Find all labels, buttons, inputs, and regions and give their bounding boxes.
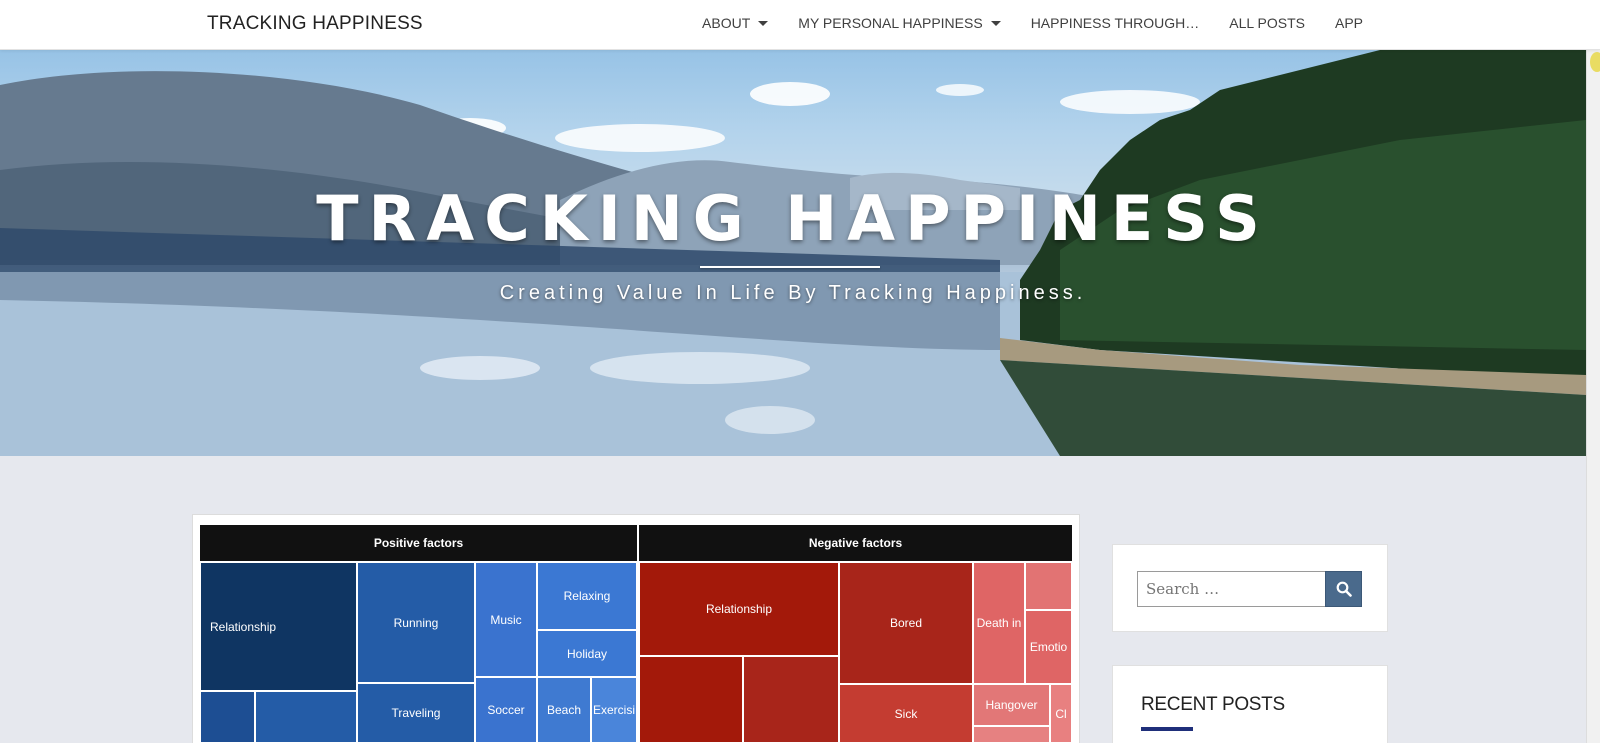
treemap-cell[interactable]: Sick (839, 684, 973, 743)
treemap-cell[interactable]: Running (357, 562, 475, 683)
search-button[interactable] (1325, 571, 1362, 607)
top-navbar: TRACKING HAPPINESS ABOUT MY PERSONAL HAP… (0, 0, 1600, 50)
treemap-cell[interactable]: Exercisi (591, 677, 637, 743)
chevron-down-icon (990, 21, 1001, 26)
nav-item-label: ALL POSTS (1229, 15, 1305, 31)
treemap-cell[interactable]: Death in (973, 562, 1025, 684)
chevron-down-icon (758, 21, 769, 26)
negative-factors-header: Negative factors (639, 525, 1072, 561)
hero-title: TRACKING HAPPINESS (316, 182, 1270, 255)
nav-item-about[interactable]: ABOUT (687, 0, 783, 46)
treemap-cell[interactable] (255, 691, 357, 743)
hero-banner: TRACKING HAPPINESS Creating Value In Lif… (0, 50, 1586, 456)
treemap-cell[interactable]: Music (475, 562, 537, 677)
title-underline (1141, 727, 1193, 731)
cursor-highlight (1590, 52, 1600, 72)
treemap-cell[interactable]: Relationship (639, 562, 839, 656)
nav-item-label: HAPPINESS THROUGH… (1030, 15, 1200, 31)
site-brand-link[interactable]: TRACKING HAPPINESS (207, 13, 423, 35)
nav-item-my-personal-happiness[interactable]: MY PERSONAL HAPPINESS (783, 0, 1015, 46)
treemap-cell[interactable] (973, 726, 1050, 743)
nav-item-happiness-through[interactable]: HAPPINESS THROUGH… (1016, 0, 1215, 46)
treemap-cell[interactable]: Emotio (1025, 610, 1072, 684)
main-menu: ABOUT MY PERSONAL HAPPINESS HAPPINESS TH… (687, 0, 1378, 46)
happiness-factors-treemap: Positive factors Negative factors Relati… (200, 525, 1072, 743)
treemap-cell[interactable] (200, 691, 255, 743)
treemap-cell[interactable]: Bored (839, 562, 973, 684)
nav-item-label: ABOUT (702, 15, 751, 31)
treemap-cell[interactable]: Relaxing (537, 562, 637, 630)
treemap-cell[interactable]: Traveling (357, 683, 475, 743)
hero-divider (700, 266, 880, 268)
treemap-cell[interactable] (639, 656, 743, 743)
treemap-cell[interactable] (1025, 562, 1072, 610)
hero-subtitle: Creating Value In Life By Tracking Happi… (499, 282, 1087, 304)
treemap-cell[interactable]: Holiday (537, 630, 637, 677)
positive-factors-header: Positive factors (200, 525, 637, 561)
treemap-cell[interactable]: Hangover (973, 684, 1050, 726)
search-widget (1112, 544, 1388, 632)
treemap-cell[interactable] (743, 656, 839, 743)
treemap-cell[interactable]: Soccer (475, 677, 537, 743)
treemap-cell[interactable]: Cl (1050, 684, 1072, 743)
treemap-cell[interactable]: Beach (537, 677, 591, 743)
nav-item-all-posts[interactable]: ALL POSTS (1214, 0, 1320, 46)
recent-posts-title: RECENT POSTS (1141, 694, 1285, 715)
recent-posts-widget: RECENT POSTS (1112, 665, 1388, 743)
nav-item-label: MY PERSONAL HAPPINESS (798, 15, 983, 31)
search-input[interactable] (1137, 571, 1325, 607)
nav-item-app[interactable]: APP (1320, 0, 1378, 46)
nav-item-label: APP (1334, 15, 1363, 31)
treemap-cell[interactable]: Relationship (200, 562, 357, 691)
page-scrollbar[interactable] (1586, 0, 1600, 743)
search-icon (1336, 581, 1352, 597)
